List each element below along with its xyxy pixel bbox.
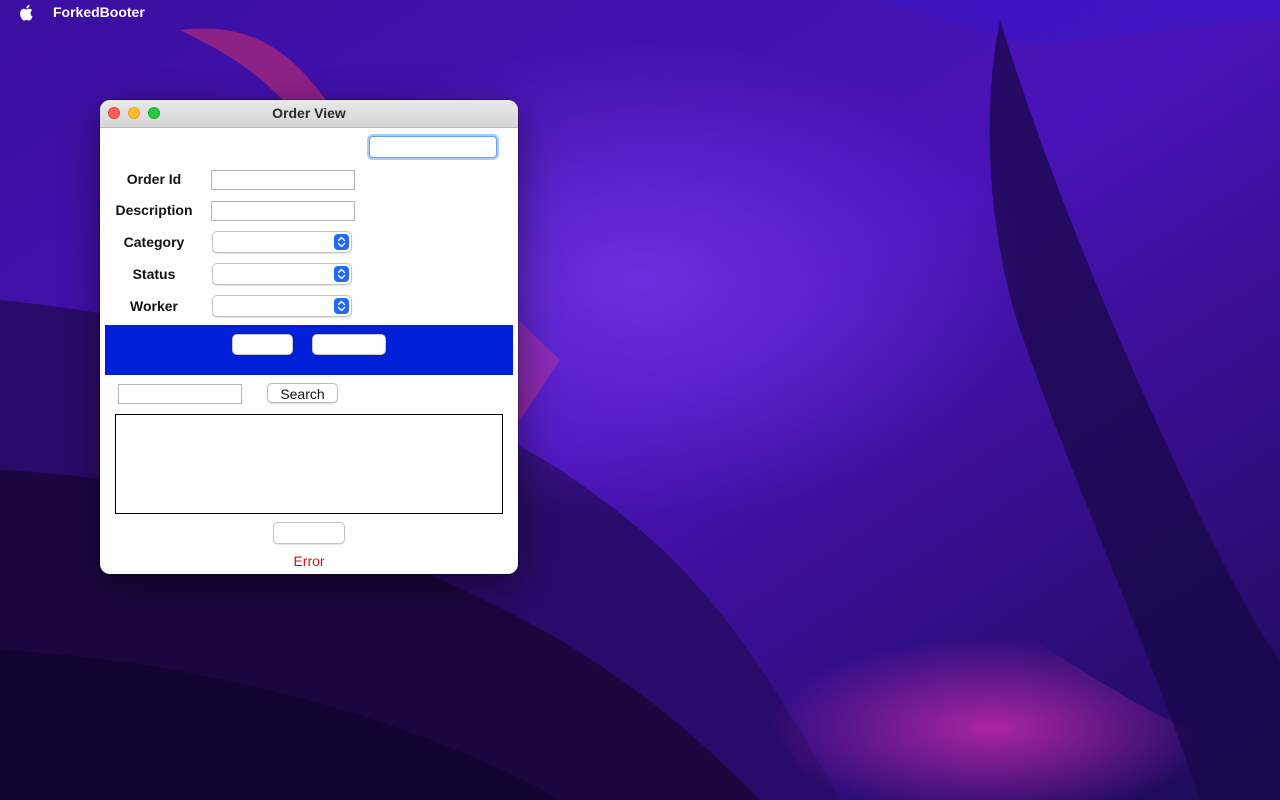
category-label: Category xyxy=(123,234,185,250)
chevron-updown-icon xyxy=(334,298,349,314)
order-id-field[interactable] xyxy=(211,170,355,190)
menu-bar: ForkedBooter xyxy=(0,0,1280,24)
action-button-bar xyxy=(105,325,513,375)
description-field[interactable] xyxy=(211,201,355,221)
worker-select[interactable] xyxy=(212,295,352,317)
search-input[interactable] xyxy=(118,384,242,404)
bottom-button[interactable] xyxy=(273,522,345,544)
title-bar[interactable]: Order View xyxy=(100,100,518,128)
worker-label: Worker xyxy=(130,298,178,314)
status-select[interactable] xyxy=(212,263,352,285)
status-label: Status xyxy=(132,266,176,282)
error-label: Error xyxy=(293,553,325,569)
chevron-updown-icon xyxy=(334,266,349,282)
category-select[interactable] xyxy=(212,231,352,253)
form-panel: Order Id Description Category Status Wor… xyxy=(100,128,518,574)
order-view-window: Order View Order Id Description Category… xyxy=(100,100,518,574)
apple-icon[interactable] xyxy=(19,3,35,21)
app-name[interactable]: ForkedBooter xyxy=(53,4,145,20)
window-title: Order View xyxy=(272,105,346,121)
results-list[interactable] xyxy=(115,414,503,514)
description-label: Description xyxy=(115,202,193,218)
order-id-label: Order Id xyxy=(126,171,182,187)
search-button[interactable]: Search xyxy=(267,383,338,403)
top-text-field[interactable] xyxy=(369,136,497,158)
action-button-1[interactable] xyxy=(232,334,293,355)
action-button-2[interactable] xyxy=(312,334,386,355)
chevron-updown-icon xyxy=(334,234,349,250)
